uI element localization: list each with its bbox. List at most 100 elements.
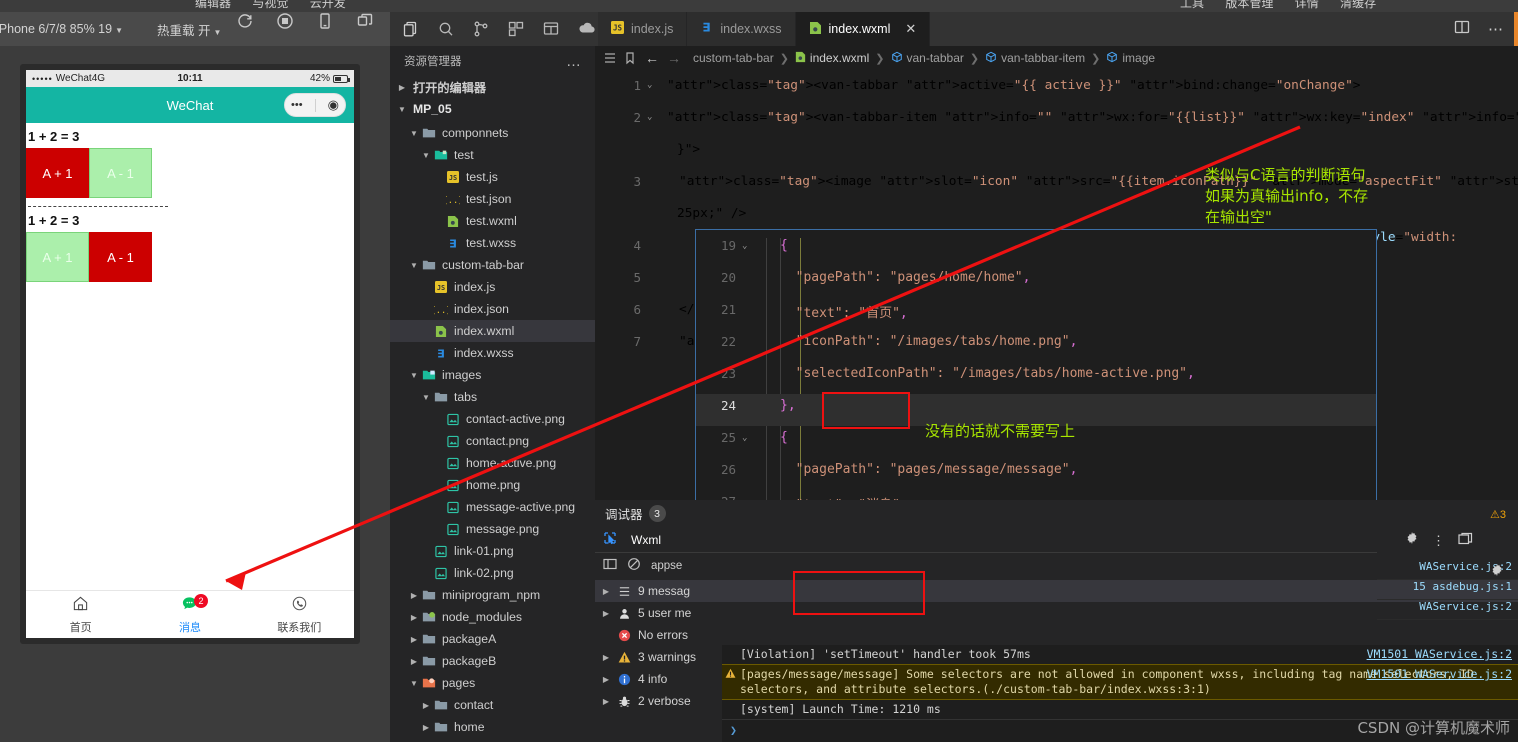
menu-item-version[interactable]: 版本管理 [1225, 0, 1273, 10]
chevron-right-icon[interactable]: ▶ [408, 657, 420, 666]
tree-item-index-json[interactable]: {..}index.json [390, 298, 595, 320]
chevron-down-icon[interactable]: ▼ [408, 129, 420, 138]
menu-items-right[interactable]: 工具 版本管理 详情 清缓存 [1180, 0, 1394, 11]
console-settings-gear-icon[interactable] [1490, 563, 1504, 582]
wechat-capsule[interactable]: ••• ◉ [284, 93, 346, 117]
chevron-right-icon[interactable]: ▶ [420, 723, 432, 732]
tree-item-contact-png[interactable]: contact.png [390, 430, 595, 452]
chevron-down-icon[interactable]: ▼ [408, 679, 420, 688]
filter-value[interactable]: appse [651, 560, 682, 572]
capsule-target-icon[interactable]: ◉ [328, 97, 339, 113]
sidebar-toggle-icon[interactable] [603, 557, 617, 574]
tab-index-wxml[interactable]: index.wxml ✕ [796, 12, 931, 46]
chevron-right-icon[interactable]: ▶ [601, 675, 611, 684]
tree-item-packagea[interactable]: ▶packageA [390, 628, 595, 650]
tree-item-test-wxml[interactable]: test.wxml [390, 210, 595, 232]
json-code-line[interactable]: "selectedIconPath": "/images/tabs/home-a… [780, 366, 1195, 381]
code-line[interactable]: "attr">class="tag"><image "attr">slot="i… [679, 174, 1518, 189]
capsule-more-icon[interactable]: ••• [291, 99, 303, 111]
source-control-icon[interactable] [472, 20, 490, 38]
tab-index-wxss[interactable]: ∃ index.wxss [687, 12, 795, 46]
phone-icon[interactable] [316, 12, 334, 30]
chevron-right-icon[interactable]: ▶ [408, 591, 420, 600]
back-arrow-icon[interactable]: ← [645, 50, 659, 66]
console-message-source[interactable]: VM1501 WAService.js:2 [1367, 647, 1512, 662]
chevron-down-icon[interactable]: ▼ [396, 105, 408, 114]
tree-item-message-png[interactable]: message.png [390, 518, 595, 540]
tree-item-contact[interactable]: ▶contact [390, 694, 595, 716]
more-vertical-icon[interactable]: ⋮ [1432, 533, 1445, 549]
fold-toggle-icon[interactable]: ⌄ [647, 80, 652, 90]
code-line[interactable]: }"> [677, 142, 700, 157]
source-link[interactable]: WAService.js:2 [1377, 600, 1518, 620]
breadcrumb-item-1[interactable]: index.wxml [795, 51, 869, 66]
menu-item-clearcache[interactable]: 清缓存 [1340, 0, 1376, 10]
forward-arrow-icon[interactable]: → [667, 50, 681, 66]
chevron-right-icon[interactable]: ▶ [408, 635, 420, 644]
detach-window-icon[interactable] [356, 12, 374, 30]
menu-items-left[interactable]: 编辑器 与视觉 云开发 [195, 0, 364, 11]
tree-item-packageb[interactable]: ▶packageB [390, 650, 595, 672]
tree-item-miniprogram-npm[interactable]: ▶miniprogram_npm [390, 584, 595, 606]
json-code-line[interactable]: { [780, 430, 788, 445]
json-code-line[interactable]: "pagePath": "pages/message/message", [780, 462, 1077, 477]
fold-toggle-icon[interactable]: ⌄ [742, 241, 747, 251]
tree-item-contact-active-png[interactable]: contact-active.png [390, 408, 595, 430]
code-line[interactable]: "attr">class="tag"><van-tabbar-item "att… [667, 110, 1518, 125]
json-code-line[interactable]: "iconPath": "/images/tabs/home.png", [780, 334, 1077, 349]
tree-item-link-02-png[interactable]: link-02.png [390, 562, 595, 584]
tree-item-home-active-png[interactable]: home-active.png [390, 452, 595, 474]
tree-item-message-active-png[interactable]: message-active.png [390, 496, 595, 518]
subtab-wxml[interactable]: Wxml [631, 533, 661, 547]
tree-item-home[interactable]: ▶home [390, 716, 595, 738]
source-link[interactable]: 15 asdebug.js:1 [1377, 580, 1518, 600]
tree-item-test-json[interactable]: {..}test.json [390, 188, 595, 210]
json-code-line[interactable]: "pagePath": "pages/home/home", [780, 270, 1030, 285]
clear-console-icon[interactable] [627, 557, 641, 574]
chevron-down-icon[interactable]: ▼ [408, 261, 420, 270]
stop-record-icon[interactable] [276, 12, 294, 30]
code-line[interactable]: </ [679, 302, 694, 317]
close-icon[interactable]: ✕ [905, 21, 916, 37]
explorer-more-icon[interactable]: … [566, 53, 581, 70]
menu-item-1[interactable]: 与视觉 [252, 0, 288, 10]
breadcrumb-item-4[interactable]: image [1106, 51, 1155, 66]
search-icon[interactable] [437, 20, 455, 38]
a-minus-button[interactable]: A - 1 [89, 232, 152, 282]
tree-item-tabs[interactable]: ▼tabs [390, 386, 595, 408]
tree-item-pages[interactable]: ▼pages [390, 672, 595, 694]
extensions-icon[interactable] [507, 20, 525, 38]
outline-icon[interactable] [603, 51, 617, 65]
open-editors-row[interactable]: ▶ 打开的编辑器 [390, 76, 595, 98]
tab-index-js[interactable]: JS index.js [598, 12, 687, 46]
json-code-line[interactable]: "text": "首页", [780, 302, 908, 321]
a-minus-button[interactable]: A - 1 [89, 148, 152, 198]
tree-item-index-wxss[interactable]: ∃index.wxss [390, 342, 595, 364]
settings-gear-icon[interactable] [1405, 531, 1419, 550]
bookmark-icon[interactable] [623, 51, 637, 65]
fold-toggle-icon[interactable]: ⌄ [742, 433, 747, 443]
menu-item-2[interactable]: 云开发 [310, 0, 346, 10]
chevron-right-icon[interactable]: ▶ [408, 613, 420, 622]
explorer-icon[interactable] [402, 20, 420, 38]
breadcrumb-item-2[interactable]: van-tabbar [891, 51, 964, 66]
tree-item-home-png[interactable]: home.png [390, 474, 595, 496]
debugger-tab[interactable]: 调试器 3 [605, 504, 666, 523]
pick-element-icon[interactable] [603, 531, 617, 548]
chevron-down-icon[interactable]: ▼ [408, 371, 420, 380]
code-line[interactable]: 25px;" /> [677, 206, 746, 221]
fold-toggle-icon[interactable]: ⌄ [647, 112, 652, 122]
device-selector[interactable]: iPhone 6/7/8 85% 19▼ [0, 22, 123, 36]
debug-icon[interactable] [542, 20, 560, 38]
tree-item-images[interactable]: ▼images [390, 364, 595, 386]
tabbar-item-contact[interactable]: 联系我们 [245, 591, 354, 638]
a-plus-button[interactable]: A + 1 [26, 232, 89, 282]
tree-item-link-01-png[interactable]: link-01.png [390, 540, 595, 562]
tabbar-item-home[interactable]: 首页 [26, 591, 135, 638]
tree-item-test-js[interactable]: JStest.js [390, 166, 595, 188]
more-actions-icon[interactable]: ⋯ [1488, 20, 1504, 38]
a-plus-button[interactable]: A + 1 [26, 148, 89, 198]
tree-item-node-modules[interactable]: ▶node_modules [390, 606, 595, 628]
json-code-line[interactable]: { [780, 238, 788, 253]
tree-item-componnets[interactable]: ▼componnets [390, 122, 595, 144]
